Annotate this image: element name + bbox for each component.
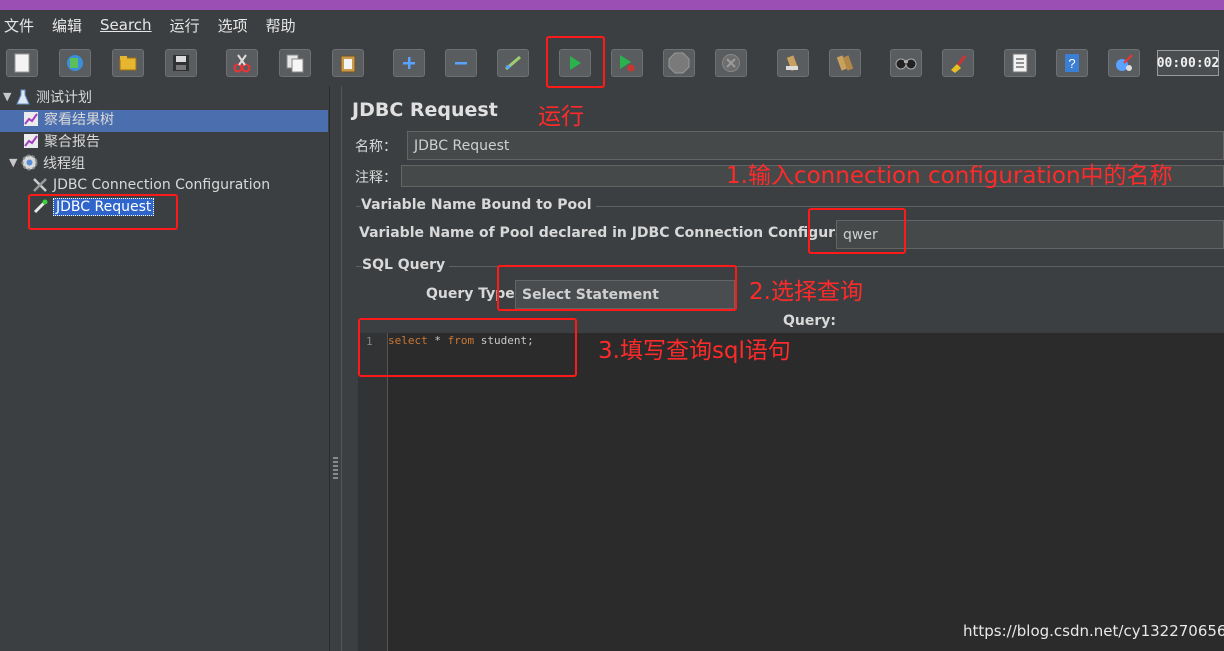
- pool-name-label: Variable Name of Pool declared in JDBC C…: [359, 225, 882, 241]
- annotation-run: 运行: [538, 104, 584, 130]
- save-button[interactable]: [165, 49, 197, 77]
- cut-icon: [233, 54, 251, 73]
- collapse-all-button[interactable]: [445, 49, 477, 77]
- tree-item-label: 线程组: [43, 155, 85, 172]
- menu-search[interactable]: Search: [100, 16, 152, 34]
- watermark: https://blog.csdn.net/cy1322706567: [963, 622, 1224, 640]
- expand-toggle-icon[interactable]: ▼: [9, 156, 21, 169]
- function-helper-button[interactable]: [1004, 49, 1036, 77]
- menu-edit[interactable]: 编辑: [52, 15, 82, 36]
- copy-button[interactable]: [279, 49, 311, 77]
- page-title: JDBC Request: [352, 99, 498, 121]
- annotation-box-sql: [358, 318, 577, 377]
- comment-label: 注释：: [355, 170, 397, 186]
- menu-options[interactable]: 选项: [218, 15, 248, 36]
- annotation-step3: 3.填写查询sql语句: [598, 338, 791, 364]
- svg-text:?: ?: [1068, 56, 1075, 71]
- sql-editor[interactable]: [358, 333, 1224, 651]
- query-label: Query:: [783, 313, 836, 329]
- search-button[interactable]: [890, 49, 922, 77]
- menu-search-label: Search: [100, 16, 152, 34]
- tree-item-label: 聚合报告: [44, 133, 100, 150]
- open-icon: [119, 56, 137, 71]
- elapsed-timer: 00:00:02: [1157, 50, 1219, 76]
- tree-item-aggregate-report[interactable]: 聚合报告: [23, 130, 100, 151]
- annotation-box-pool: [808, 208, 906, 254]
- help-button[interactable]: ?: [1056, 49, 1088, 77]
- sql-group-title: SQL Query: [362, 257, 450, 273]
- chart-icon: [23, 133, 39, 149]
- help-icon: ?: [1065, 54, 1079, 72]
- tree-item-label: JDBC Connection Configuration: [53, 176, 271, 193]
- stop-button[interactable]: [663, 49, 695, 77]
- cut-button[interactable]: [226, 49, 258, 77]
- reset-search-button[interactable]: [942, 49, 974, 77]
- save-icon: [173, 55, 189, 71]
- clear-all-icon: [836, 55, 854, 71]
- start-no-pause-button[interactable]: [611, 49, 643, 77]
- annotation-box-tree: [28, 194, 178, 230]
- clear-button[interactable]: [777, 49, 809, 77]
- new-icon: [14, 53, 30, 73]
- copy-icon: [286, 54, 304, 73]
- sql-group-border: [356, 266, 1224, 267]
- new-button[interactable]: [6, 49, 38, 77]
- start-no-pause-icon: [620, 55, 635, 72]
- tree-item-view-results-tree[interactable]: 察看结果树: [23, 108, 114, 129]
- editor-gutter: [358, 333, 388, 651]
- pool-group-title: Variable Name Bound to Pool: [361, 197, 596, 213]
- annotation-box-query-type: [497, 265, 737, 311]
- shutdown-button[interactable]: [715, 49, 747, 77]
- menu-bar: 文件 编辑 Search 运行 选项 帮助: [0, 10, 1224, 40]
- expand-all-button[interactable]: [393, 49, 425, 77]
- wrench-icon: [32, 177, 48, 193]
- reset-search-icon: [951, 55, 967, 73]
- remote-icon: [1116, 54, 1133, 71]
- chart-icon: [23, 111, 39, 127]
- tree-item-label: 察看结果树: [44, 111, 114, 128]
- search-icon: [895, 58, 917, 70]
- tree-item-test-plan[interactable]: ▼ 测试计划: [3, 86, 92, 107]
- open-button[interactable]: [112, 49, 144, 77]
- collapse-icon: [455, 62, 467, 65]
- templates-icon: [67, 55, 83, 71]
- panel-splitter[interactable]: [330, 86, 341, 651]
- remote-start-button[interactable]: [1108, 49, 1140, 77]
- clear-all-button[interactable]: [829, 49, 861, 77]
- gear-icon: [21, 154, 38, 171]
- tree-item-label: 测试计划: [36, 89, 92, 106]
- name-label: 名称：: [355, 139, 397, 155]
- clear-icon: [786, 55, 799, 71]
- function-helper-icon: [1012, 53, 1028, 73]
- paste-icon: [340, 55, 356, 73]
- toolbar: ? 00:00:02: [0, 40, 1224, 86]
- menu-file[interactable]: 文件: [4, 15, 34, 36]
- splitter-grip[interactable]: [333, 457, 338, 479]
- annotation-box-run: [546, 36, 605, 88]
- expand-icon: [403, 57, 415, 69]
- tree-item-thread-group[interactable]: ▼ 线程组: [9, 152, 85, 173]
- stop-icon: [668, 52, 690, 74]
- flask-icon: [15, 89, 31, 105]
- templates-button[interactable]: [59, 49, 91, 77]
- shutdown-icon: [722, 54, 740, 72]
- menu-help[interactable]: 帮助: [266, 15, 296, 36]
- expand-toggle-icon[interactable]: ▼: [3, 90, 15, 103]
- paste-button[interactable]: [332, 49, 364, 77]
- toggle-icon: [505, 55, 521, 71]
- tree-item-jdbc-connection-config[interactable]: JDBC Connection Configuration: [32, 174, 270, 195]
- toggle-button[interactable]: [497, 49, 529, 77]
- menu-run[interactable]: 运行: [170, 15, 200, 36]
- window-titlebar: [0, 0, 1224, 10]
- annotation-step1: 1.输入connection configuration中的名称: [726, 163, 1173, 189]
- annotation-step2: 2.选择查询: [749, 279, 863, 305]
